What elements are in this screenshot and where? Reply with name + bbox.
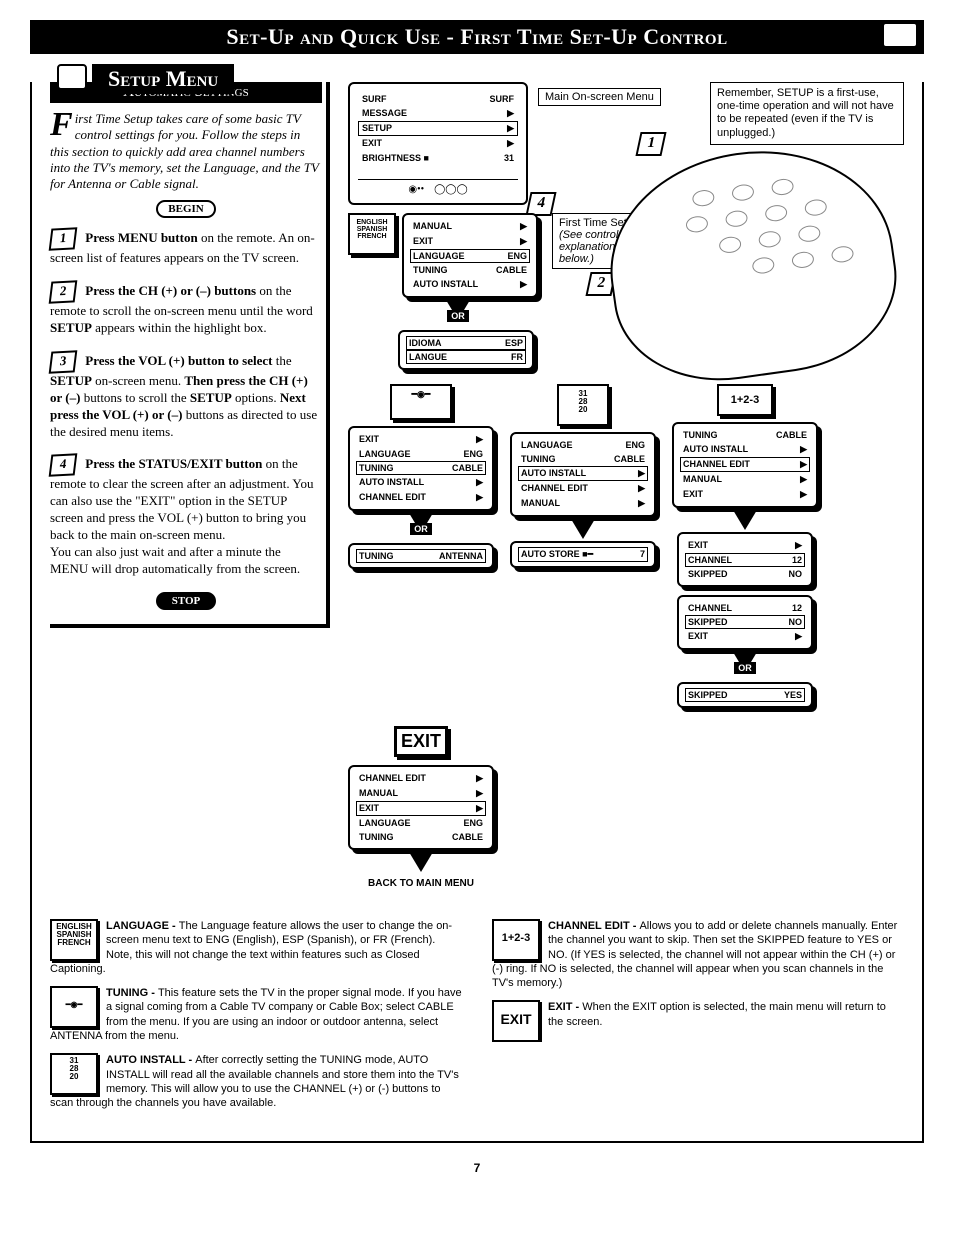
exit-def-icon: EXIT (492, 1000, 540, 1042)
tv-screen-main: SURFSURF MESSAGE▶ SETUP▶ EXIT▶ BRIGHTNES… (348, 82, 528, 205)
auto-install-menu: LANGUAGEENG TUNINGCABLE AUTO INSTALL▶ CH… (510, 432, 656, 517)
definitions-section: ENGLISHSPANISHFRENCH LANGUAGE - The Lang… (50, 919, 904, 1121)
step-2: 2 Press the CH (+) or (–) buttons on the… (50, 281, 322, 337)
step-4-number: 4 (49, 454, 78, 478)
def-channel-edit: 1+2-3 CHANNEL EDIT - Allows you to add o… (492, 919, 904, 990)
channel-edit-icon: 1+2-3 (717, 384, 773, 416)
auto-install-def-icon: 312820 (50, 1053, 98, 1095)
begin-pill: BEGIN (156, 200, 216, 218)
step-3: 3 Press the VOL (+) button to select the… (50, 351, 322, 441)
title-box-icon (57, 64, 87, 90)
skipped-yes-row: SKIPPEDYES (677, 682, 813, 708)
channel-edit-menu: TUNINGCABLE AUTO INSTALL▶ CHANNEL EDIT▶ … (672, 422, 818, 508)
step-1: 1 Press MENU button on the remote. An on… (50, 228, 322, 267)
or-label: OR (447, 310, 469, 322)
step-3-number: 3 (49, 350, 78, 374)
diagram-column: Remember, SETUP is a first-use, one-time… (348, 82, 904, 889)
exit-icon: EXIT (394, 726, 448, 757)
header-title: Set-Up and Quick Use - First Time Set-Up… (226, 24, 727, 49)
tuning-icon: ━◉━ (390, 384, 452, 420)
step-4: 4 Press the STATUS/EXIT button on the re… (50, 454, 322, 577)
def-tuning: ━◉━ TUNING - This feature sets the TV in… (50, 986, 462, 1043)
step-1-number: 1 (49, 227, 78, 251)
language-menu: MANUAL▶ EXIT▶ LANGUAGEENG TUNINGCABLE AU… (402, 213, 538, 298)
back-to-main-label: BACK TO MAIN MENU (368, 878, 474, 889)
channel-edit-def-icon: 1+2-3 (492, 919, 540, 961)
header-remote-icon (884, 24, 916, 46)
tuning-column: ━◉━ EXIT▶ LANGUAGEENG TUNINGCABLE AUTO I… (348, 384, 494, 569)
step-2-number: 2 (49, 280, 78, 304)
idioma-langue: IDIOMAESP LANGUEFR (398, 330, 534, 370)
channel-edit-column: 1+2-3 TUNINGCABLE AUTO INSTALL▶ CHANNEL … (672, 384, 818, 708)
def-auto-install: 312820 AUTO INSTALL - After correctly se… (50, 1053, 462, 1110)
main-content: Setup Menu Automatic Settings First Time… (30, 82, 924, 1143)
stop-pill: STOP (156, 592, 216, 610)
instructions-column: Automatic Settings First Time Setup take… (50, 82, 330, 889)
tuning-def-icon: ━◉━ (50, 986, 98, 1028)
main-menu-label: Main On-screen Menu (538, 88, 661, 106)
auto-install-icon: 312820 (557, 384, 609, 426)
intro-dropcap: F (50, 111, 75, 139)
channel-sub1: EXIT▶ CHANNEL12 SKIPPEDNO (677, 532, 813, 587)
auto-store-row: AUTO STORE ■━7 (510, 541, 656, 568)
setup-note: Remember, SETUP is a first-use, one-time… (710, 82, 904, 145)
exit-menu: CHANNEL EDIT▶ MANUAL▶ EXIT▶ LANGUAGEENG … (348, 765, 494, 850)
page-number: 7 (30, 1161, 924, 1175)
page-header: Set-Up and Quick Use - First Time Set-Up… (30, 20, 924, 54)
tuning-menu: EXIT▶ LANGUAGEENG TUNINGCABLE AUTO INSTA… (348, 426, 494, 511)
intro-paragraph: First Time Setup takes care of some basi… (50, 111, 322, 192)
tuning-antenna-row: TUNINGANTENNA (348, 543, 494, 569)
language-icon: ENGLISHSPANISHFRENCH (348, 213, 396, 255)
def-language: ENGLISHSPANISHFRENCH LANGUAGE - The Lang… (50, 919, 462, 976)
exit-column: EXIT CHANNEL EDIT▶ MANUAL▶ EXIT▶ LANGUAG… (348, 726, 494, 889)
auto-install-column: 312820 LANGUAGEENG TUNINGCABLE AUTO INST… (510, 384, 656, 568)
setup-menu-title: Setup Menu (92, 64, 234, 94)
def-exit: EXIT EXIT - When the EXIT option is sele… (492, 1000, 904, 1042)
language-def-icon: ENGLISHSPANISHFRENCH (50, 919, 98, 961)
channel-sub2: CHANNEL12 SKIPPEDNO EXIT▶ (677, 595, 813, 650)
